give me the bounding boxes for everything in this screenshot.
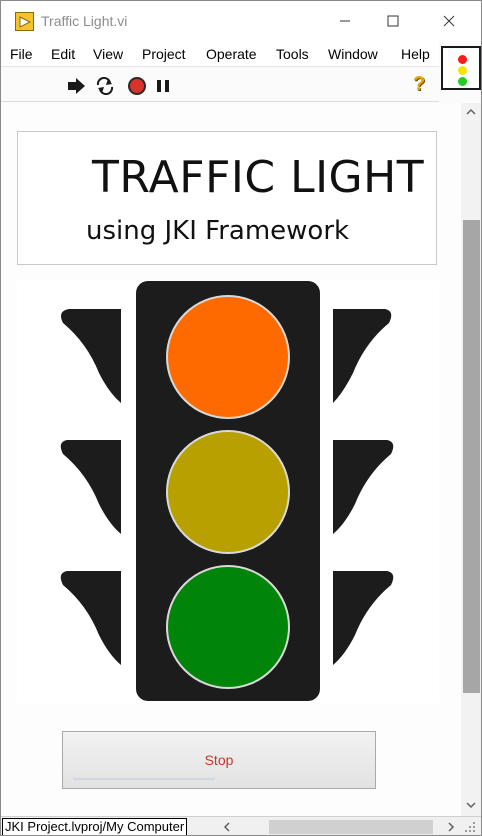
menu-edit[interactable]: Edit <box>51 46 75 62</box>
left-visor-top <box>61 309 121 403</box>
right-visor-middle <box>333 440 394 534</box>
vi-icon-yellow-lamp <box>458 66 467 75</box>
toolbar <box>1 68 439 102</box>
front-panel: TRAFFIC LIGHT using JKI Framework Stop <box>1 103 461 816</box>
pause-icon <box>157 80 169 92</box>
horizontal-scroll-thumb[interactable] <box>269 820 433 834</box>
menu-tools[interactable]: Tools <box>276 46 309 62</box>
stop-button[interactable]: Stop <box>62 731 376 789</box>
red-lamp <box>166 295 290 419</box>
scroll-right-arrow-icon[interactable] <box>445 820 457 834</box>
stop-button-label: Stop <box>204 752 234 768</box>
window-title: Traffic Light.vi <box>41 13 128 29</box>
menu-window[interactable]: Window <box>328 46 378 62</box>
menu-file[interactable]: File <box>10 46 33 62</box>
abort-stop-icon <box>128 77 146 95</box>
minimize-button[interactable] <box>321 1 369 41</box>
labview-app-icon <box>15 12 34 31</box>
context-help-button[interactable]: ? <box>413 73 433 97</box>
vi-icon-red-lamp <box>458 55 467 64</box>
scroll-down-arrow-icon[interactable] <box>465 799 477 811</box>
menu-operate[interactable]: Operate <box>206 46 257 62</box>
yellow-lamp <box>166 430 290 554</box>
maximize-icon <box>387 15 399 27</box>
scroll-left-arrow-icon[interactable] <box>221 820 233 834</box>
traffic-light-graphic <box>60 281 394 701</box>
close-button[interactable] <box>425 1 473 41</box>
maximize-button[interactable] <box>369 1 417 41</box>
run-arrow-icon <box>68 78 85 94</box>
vi-connector-icon[interactable] <box>441 46 481 90</box>
green-lamp <box>166 565 290 689</box>
run-button[interactable] <box>67 76 87 96</box>
minimize-icon <box>340 20 350 22</box>
scroll-up-arrow-icon[interactable] <box>465 106 477 118</box>
panel-title: TRAFFIC LIGHT <box>92 152 425 203</box>
menu-project[interactable]: Project <box>142 46 186 62</box>
project-context-label[interactable]: JKI Project.lvproj/My Computer <box>2 818 188 835</box>
title-decoration: TRAFFIC LIGHT using JKI Framework <box>17 131 437 265</box>
abort-button[interactable] <box>127 76 147 96</box>
stop-button-highlight <box>73 778 215 780</box>
menu-bar: File Edit View Project Operate Tools Win… <box>1 41 439 67</box>
status-bar: JKI Project.lvproj/My Computer <box>1 816 481 835</box>
traffic-light-indicator <box>17 281 439 703</box>
run-continuously-icon <box>96 77 114 95</box>
resize-grip-icon[interactable] <box>463 820 477 834</box>
run-continuously-button[interactable] <box>95 76 115 96</box>
vertical-scroll-thumb[interactable] <box>463 220 480 693</box>
vertical-scrollbar[interactable] <box>461 103 481 816</box>
title-bar: Traffic Light.vi <box>1 1 481 41</box>
left-visor-middle <box>60 440 121 534</box>
pause-button[interactable] <box>153 76 173 96</box>
menu-help[interactable]: Help <box>401 46 430 62</box>
right-visor-bottom <box>333 571 394 665</box>
panel-subtitle: using JKI Framework <box>86 216 350 246</box>
vi-icon-green-lamp <box>458 77 467 86</box>
close-icon <box>443 15 455 27</box>
menu-view[interactable]: View <box>93 46 123 62</box>
labview-window: Traffic Light.vi File Edit View Project … <box>0 0 482 836</box>
right-visor-top <box>333 309 392 403</box>
left-visor-bottom <box>60 571 121 665</box>
